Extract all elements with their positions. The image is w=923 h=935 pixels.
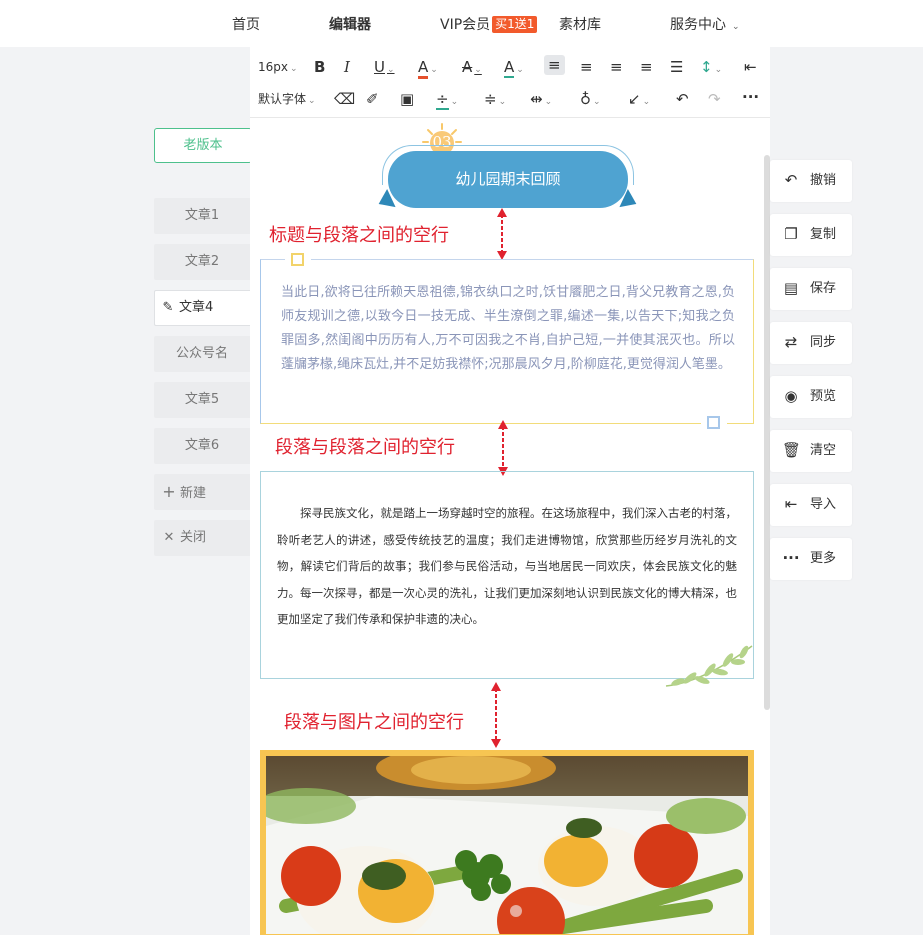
- copy-button[interactable]: ❐ 复制: [770, 214, 852, 256]
- nav-materials[interactable]: 素材库: [559, 14, 601, 34]
- corner-square-decoration: [291, 253, 304, 266]
- bold-icon[interactable]: B: [314, 57, 325, 77]
- nav-vip[interactable]: VIP会员 买1送1: [440, 14, 538, 34]
- font-size-select[interactable]: 16px ⌄: [258, 57, 298, 79]
- format-painter-icon[interactable]: ✐: [366, 89, 379, 109]
- sync-button[interactable]: ⇄ 同步: [770, 322, 852, 364]
- new-label: 新建: [180, 486, 207, 501]
- indent-icon[interactable]: ☰: [670, 57, 683, 77]
- vertical-arrow-icon: [491, 682, 501, 748]
- old-version-button[interactable]: 老版本: [154, 128, 252, 163]
- paragraph-2-text[interactable]: 探寻民族文化，就是踏上一场穿越时空的旅程。在这场旅程中，我们深入古老的村落，聆听…: [277, 500, 737, 633]
- text-effect-icon[interactable]: A ⌄: [504, 57, 524, 80]
- undo-icon[interactable]: ↶: [676, 89, 689, 109]
- top-nav: 首页 编辑器 VIP会员 买1送1 素材库 服务中心 ⌄: [0, 0, 923, 47]
- arrow-icon[interactable]: ↙ ⌄: [628, 89, 650, 112]
- save-label: 保存: [810, 281, 837, 296]
- food-photo[interactable]: [260, 750, 754, 935]
- font-size-value: 16px: [258, 60, 288, 74]
- clear-button[interactable]: 🗑 清空: [770, 430, 852, 472]
- import-button[interactable]: ⇤ 导入: [770, 484, 852, 526]
- italic-icon[interactable]: I: [344, 57, 350, 77]
- sidebar-item-label: 文章4: [179, 300, 214, 315]
- sidebar-item-article-4[interactable]: ✎ 文章4: [154, 290, 250, 326]
- nav-editor[interactable]: 编辑器: [329, 14, 371, 34]
- vertical-arrow-icon: [497, 208, 507, 260]
- plus-icon: +: [162, 482, 176, 501]
- vip-promo-badge: 买1送1: [492, 16, 538, 33]
- more-icon[interactable]: ···: [742, 87, 759, 107]
- new-article-button[interactable]: + 新建: [154, 474, 250, 510]
- preview-label: 预览: [810, 389, 837, 404]
- exit-icon[interactable]: ⇤: [744, 57, 757, 77]
- strikethrough-icon[interactable]: A ⌄: [462, 57, 482, 80]
- vertical-arrow-icon: [498, 420, 508, 476]
- edit-icon: ✎: [162, 300, 174, 315]
- sidebar-item-article-2[interactable]: 文章2: [154, 244, 250, 280]
- food-image: [266, 756, 748, 934]
- chevron-down-icon: ⌄: [290, 64, 298, 74]
- spacing-before-icon[interactable]: ÷ ⌄: [436, 89, 458, 112]
- import-icon: ⇤: [784, 495, 798, 513]
- undo-icon: ↶: [784, 171, 798, 189]
- close-article-button[interactable]: ✕ 关闭: [154, 520, 250, 556]
- nav-service-label: 服务中心: [670, 17, 726, 33]
- annotation-paragraph-image-gap: 段落与图片之间的空行: [284, 712, 464, 733]
- nav-vip-label: VIP会员: [440, 17, 491, 33]
- align-left-icon[interactable]: ≡: [544, 55, 565, 75]
- letter-spacing-icon[interactable]: ⇹ ⌄: [530, 89, 552, 112]
- redo-icon[interactable]: ↷: [708, 89, 721, 109]
- align-center-icon[interactable]: ≡: [580, 57, 593, 77]
- close-label: 关闭: [180, 530, 207, 545]
- editor-canvas[interactable]: 03 幼儿园期末回顾 标题与段落之间的空行 当此日,欲将已往所赖天恩祖德,锦衣纨…: [250, 118, 770, 935]
- font-family-select[interactable]: 默认字体 ⌄: [258, 89, 316, 111]
- clear-label: 清空: [810, 443, 837, 458]
- annotation-title-paragraph-gap: 标题与段落之间的空行: [269, 225, 449, 246]
- chevron-down-icon: ⌄: [732, 22, 740, 32]
- trash-icon: 🗑: [782, 441, 802, 459]
- eye-icon: ◉: [784, 387, 798, 405]
- font-color-icon[interactable]: A ⌄: [418, 57, 438, 80]
- more-icon: ···: [782, 549, 800, 567]
- sync-icon: ⇄: [784, 333, 798, 351]
- sidebar-item-article-6[interactable]: 文章6: [154, 428, 250, 464]
- undo-label: 撤销: [810, 173, 837, 188]
- nav-service[interactable]: 服务中心 ⌄: [670, 14, 740, 34]
- editor-toolbar: 16px ⌄ B I U ⌄ A ⌄ A ⌄ A ⌄ ≡ ≡ ≡ ≡ ☰ ↕ ⌄ ⇤ 默认字…: [250, 47, 770, 118]
- editor-panel: 16px ⌄ B I U ⌄ A ⌄ A ⌄ A ⌄ ≡ ≡ ≡ ≡ ☰ ↕ ⌄ ⇤ 默认字…: [250, 47, 770, 935]
- eraser-icon[interactable]: ⌫: [334, 89, 355, 109]
- chevron-down-icon: ⌄: [308, 96, 316, 106]
- lightbulb-icon[interactable]: ♁ ⌄: [580, 89, 601, 112]
- copy-icon: ❐: [784, 225, 798, 243]
- undo-button[interactable]: ↶ 撤销: [770, 160, 852, 202]
- align-right-icon[interactable]: ≡: [610, 57, 623, 77]
- title-banner: 幼儿园期末回顾: [388, 151, 628, 208]
- sidebar-item-article-1[interactable]: 文章1: [154, 198, 250, 234]
- align-justify-icon[interactable]: ≡: [640, 57, 653, 77]
- paragraph-frame-1: 当此日,欲将已往所赖天恩祖德,锦衣纨口之时,饫甘餍肥之日,背父兄教育之恩,负师友…: [260, 253, 754, 429]
- copy-label: 复制: [810, 227, 837, 242]
- preview-button[interactable]: ◉ 预览: [770, 376, 852, 418]
- import-label: 导入: [810, 497, 837, 512]
- more-label: 更多: [810, 551, 837, 566]
- sidebar-item-account-name[interactable]: 公众号名: [154, 336, 250, 372]
- save-button[interactable]: ▤ 保存: [770, 268, 852, 310]
- line-height-icon[interactable]: ↕ ⌄: [700, 57, 722, 80]
- leaf-branch-icon: [665, 645, 753, 687]
- sync-label: 同步: [810, 335, 837, 350]
- font-family-value: 默认字体: [258, 92, 307, 106]
- save-icon: ▤: [783, 279, 799, 297]
- image-icon[interactable]: ▣: [400, 89, 414, 109]
- annotation-paragraph-paragraph-gap: 段落与段落之间的空行: [275, 437, 455, 458]
- more-button[interactable]: ··· 更多: [770, 538, 852, 580]
- nav-home[interactable]: 首页: [232, 14, 260, 34]
- sidebar-item-article-5[interactable]: 文章5: [154, 382, 250, 418]
- close-icon: ✕: [163, 530, 175, 545]
- corner-square-decoration: [707, 416, 720, 429]
- underline-icon[interactable]: U ⌄: [374, 57, 395, 80]
- spacing-after-icon[interactable]: ≑ ⌄: [484, 89, 506, 112]
- paragraph-1-text[interactable]: 当此日,欲将已往所赖天恩祖德,锦衣纨口之时,饫甘餍肥之日,背父兄教育之恩,负师友…: [281, 281, 735, 377]
